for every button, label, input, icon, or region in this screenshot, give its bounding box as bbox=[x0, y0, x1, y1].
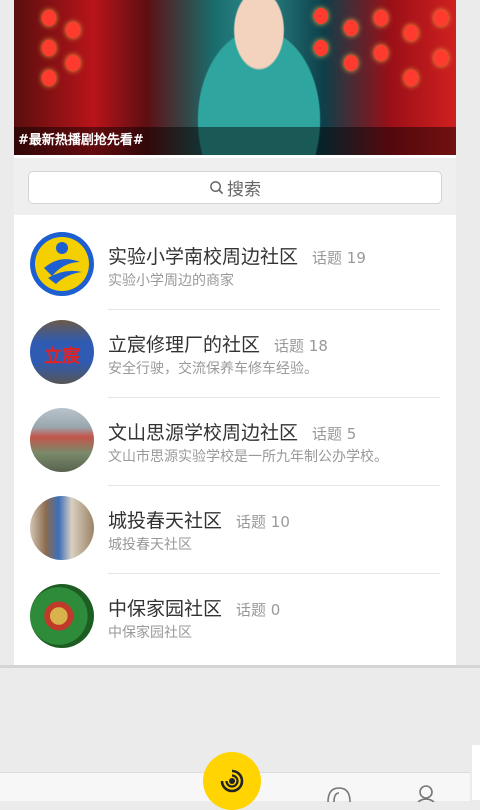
school-logo-icon bbox=[35, 237, 89, 291]
community-item[interactable]: 文山思源学校周边社区 话题 5 文山市思源实验学校是一所九年制公办学校。 bbox=[14, 398, 456, 486]
lantern-decoration bbox=[42, 40, 56, 56]
community-name: 立宸修理厂的社区 bbox=[108, 334, 261, 356]
lantern-decoration bbox=[434, 10, 448, 26]
shop-sign-text: 立宸 bbox=[44, 346, 80, 367]
discover-tab-icon[interactable] bbox=[324, 782, 354, 802]
community-avatar bbox=[30, 496, 94, 560]
community-avatar bbox=[30, 232, 94, 296]
topic-count: 话题 0 bbox=[236, 601, 281, 619]
community-description: 文山市思源实验学校是一所九年制公办学校。 bbox=[108, 449, 388, 465]
search-icon bbox=[210, 181, 224, 195]
topic-count: 话题 19 bbox=[312, 249, 366, 267]
community-avatar bbox=[30, 408, 94, 472]
lantern-decoration bbox=[374, 45, 388, 61]
community-name: 实验小学南校周边社区 bbox=[108, 246, 299, 268]
lantern-decoration bbox=[404, 70, 418, 86]
community-name: 文山思源学校周边社区 bbox=[108, 422, 299, 444]
topic-count: 话题 10 bbox=[236, 513, 290, 531]
topic-count: 话题 5 bbox=[312, 425, 357, 443]
lantern-decoration bbox=[42, 70, 56, 86]
community-description: 实验小学周边的商家 bbox=[108, 273, 234, 289]
lantern-decoration bbox=[42, 10, 56, 26]
community-item[interactable]: 城投春天社区 话题 10 城投春天社区 bbox=[14, 486, 456, 574]
community-item[interactable]: 实验小学南校周边社区 话题 19 实验小学周边的商家 bbox=[14, 222, 456, 310]
community-description: 城投春天社区 bbox=[108, 537, 192, 553]
lantern-decoration bbox=[66, 55, 80, 71]
lantern-decoration bbox=[434, 50, 448, 66]
search-bar-area: 搜索 bbox=[14, 158, 456, 215]
banner-caption: #最新热播剧抢先看# bbox=[14, 127, 456, 155]
search-label: 搜索 bbox=[227, 180, 261, 200]
swirl-icon bbox=[220, 769, 244, 793]
community-name: 城投春天社区 bbox=[108, 510, 223, 532]
community-name: 中保家园社区 bbox=[108, 598, 223, 620]
search-button[interactable]: 搜索 bbox=[28, 171, 442, 204]
lantern-decoration bbox=[404, 25, 418, 41]
center-action-button[interactable] bbox=[203, 752, 261, 810]
community-description: 中保家园社区 bbox=[108, 625, 192, 641]
community-avatar: 立宸 bbox=[30, 320, 94, 384]
profile-tab-icon[interactable] bbox=[414, 782, 438, 802]
promo-banner[interactable]: #最新热播剧抢先看# bbox=[14, 0, 456, 155]
community-avatar bbox=[30, 584, 94, 648]
topic-count: 话题 18 bbox=[274, 337, 328, 355]
scroll-edge bbox=[472, 745, 480, 800]
community-list: 实验小学南校周边社区 话题 19 实验小学周边的商家 立宸 立宸修理厂的社区 话题 … bbox=[14, 222, 456, 662]
community-item[interactable]: 立宸 立宸修理厂的社区 话题 18 安全行驶，交流保养车修车经验。 bbox=[14, 310, 456, 398]
lantern-decoration bbox=[66, 22, 80, 38]
community-item[interactable]: 中保家园社区 话题 0 中保家园社区 bbox=[14, 574, 456, 662]
community-description: 安全行驶，交流保养车修车经验。 bbox=[108, 361, 318, 377]
lantern-decoration bbox=[374, 10, 388, 26]
list-bottom-shadow bbox=[0, 665, 480, 668]
